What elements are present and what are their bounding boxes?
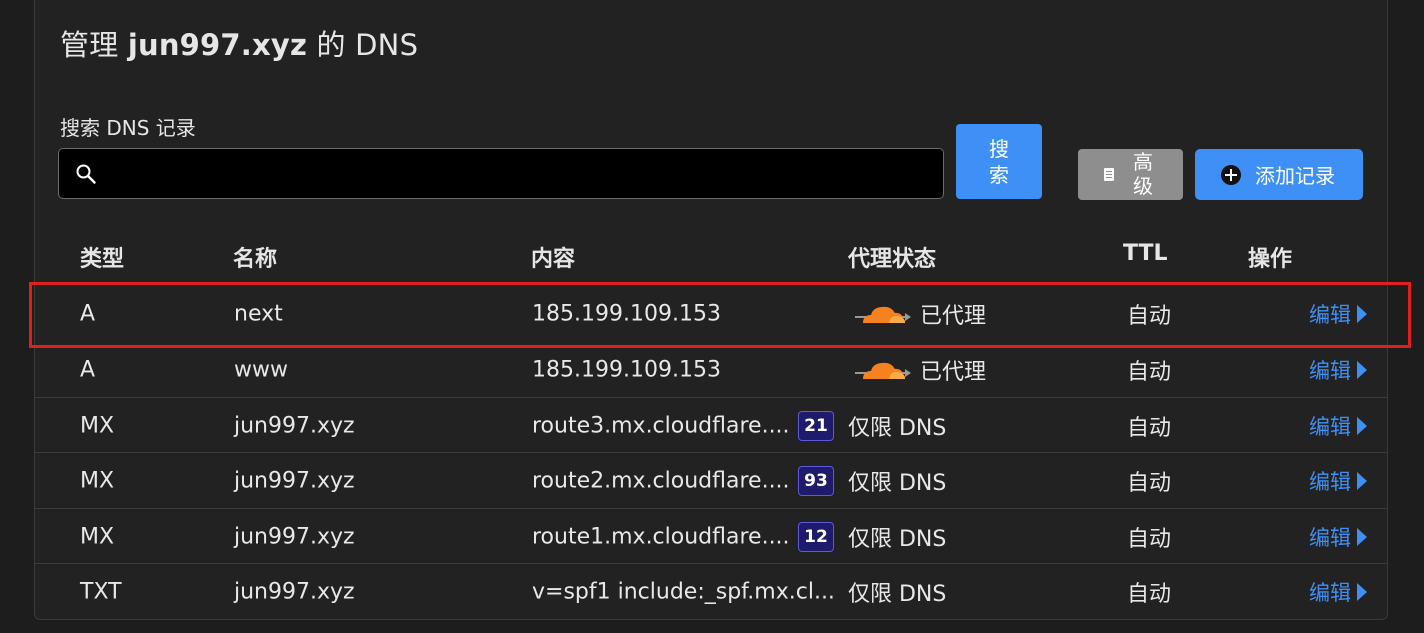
record-name: jun997.xyz — [234, 524, 355, 549]
search-label: 搜索 DNS 记录 — [60, 116, 196, 140]
record-type: A — [80, 357, 96, 382]
caret-right-icon — [1357, 360, 1367, 379]
record-name: www — [234, 357, 288, 382]
page-title: 管理 jun997.xyz 的 DNS — [60, 22, 418, 64]
column-header-type[interactable]: 类型 — [80, 241, 124, 273]
record-ttl: 自动 — [1127, 470, 1172, 496]
edit-label: 编辑 — [1309, 358, 1351, 383]
record-name: jun997.xyz — [234, 579, 355, 604]
cloudflare-cloud-icon — [855, 362, 911, 379]
record-type: MX — [80, 413, 115, 438]
table-row[interactable]: Anext 185.199.109.153 已代理 自动 编辑 — [35, 286, 1387, 341]
search-input[interactable] — [107, 149, 941, 200]
table-row[interactable]: TXT jun997.xyz v=spf1 include:_spf.mx.cl..… — [35, 563, 1387, 619]
title-suffix: 的 DNS — [307, 28, 419, 62]
record-ttl: 自动 — [1127, 581, 1172, 607]
title-prefix: 管理 — [60, 28, 128, 62]
caret-right-icon — [1357, 304, 1367, 323]
record-name: next — [234, 301, 283, 326]
priority-badge: 93 — [798, 465, 834, 496]
caret-right-icon — [1357, 582, 1367, 601]
record-type: MX — [80, 468, 115, 493]
table-row[interactable]: MX jun997.xyz route1.mx.cloudflare.... 12 仅限… — [35, 508, 1387, 564]
edit-label: 编辑 — [1309, 469, 1351, 494]
search-button-label: 搜索 — [989, 136, 1009, 187]
caret-right-icon — [1357, 416, 1367, 435]
proxy-status: 仅限 DNS — [848, 415, 947, 441]
edit-label: 编辑 — [1309, 525, 1351, 550]
record-name: jun997.xyz — [234, 468, 355, 493]
table-row[interactable]: MX jun997.xyz route3.mx.cloudflare.... 21 仅限… — [35, 397, 1387, 453]
search-icon — [76, 164, 96, 184]
advanced-button[interactable]: 高级 — [1078, 149, 1183, 200]
column-header-content[interactable]: 内容 — [531, 241, 575, 273]
record-type: A — [80, 301, 96, 326]
column-header-name[interactable]: 名称 — [233, 241, 277, 273]
search-field[interactable] — [58, 148, 944, 200]
priority-badge: 12 — [798, 521, 834, 552]
proxy-status: 已代理 — [920, 359, 987, 385]
record-content: route2.mx.cloudflare.... — [532, 468, 790, 493]
proxy-status: 仅限 DNS — [848, 526, 947, 552]
column-header-proxy-status[interactable]: 代理状态 — [848, 241, 936, 273]
table-row[interactable]: MX jun997.xyz route2.mx.cloudflare.... 93 仅限… — [35, 452, 1387, 508]
record-content: v=spf1 include:_spf.mx.cl... — [532, 579, 835, 604]
record-name: jun997.xyz — [234, 413, 355, 438]
document-icon — [1104, 168, 1114, 181]
edit-link[interactable]: 编辑 — [1309, 522, 1367, 552]
title-domain: jun997.xyz — [127, 28, 308, 62]
priority-badge: 21 — [798, 410, 834, 441]
record-ttl: 自动 — [1127, 526, 1172, 552]
record-content: 185.199.109.153 — [532, 301, 721, 326]
add-record-label: 添加记录 — [1255, 164, 1335, 188]
proxy-status: 仅限 DNS — [848, 470, 947, 496]
add-record-button[interactable]: 添加记录 — [1195, 149, 1363, 200]
edit-label: 编辑 — [1309, 414, 1351, 439]
search-button[interactable]: 搜索 — [956, 124, 1042, 199]
cloudflare-cloud-icon — [855, 306, 911, 323]
proxy-status: 已代理 — [920, 303, 987, 329]
proxy-status: 仅限 DNS — [848, 581, 947, 607]
record-ttl: 自动 — [1127, 415, 1172, 441]
edit-label: 编辑 — [1309, 302, 1351, 327]
edit-link[interactable]: 编辑 — [1309, 577, 1367, 607]
record-type: MX — [80, 524, 115, 549]
edit-label: 编辑 — [1309, 580, 1351, 605]
edit-link[interactable]: 编辑 — [1309, 299, 1367, 329]
edit-link[interactable]: 编辑 — [1309, 466, 1367, 496]
record-ttl: 自动 — [1127, 359, 1172, 385]
record-ttl: 自动 — [1127, 303, 1172, 329]
record-type: TXT — [80, 579, 122, 604]
caret-right-icon — [1357, 527, 1367, 546]
column-header-actions: 操作 — [1248, 247, 1293, 272]
record-content: route3.mx.cloudflare.... — [532, 413, 790, 438]
caret-right-icon — [1357, 471, 1367, 490]
record-content: 185.199.109.153 — [532, 357, 721, 382]
advanced-button-label: 高级 — [1133, 150, 1153, 198]
edit-link[interactable]: 编辑 — [1309, 411, 1367, 441]
plus-circle-icon — [1221, 164, 1241, 185]
edit-link[interactable]: 编辑 — [1309, 355, 1367, 385]
record-content: route1.mx.cloudflare.... — [532, 524, 790, 549]
column-header-ttl[interactable]: TTL — [1123, 241, 1168, 266]
table-row[interactable]: Awww 185.199.109.153 已代理 自动 编辑 — [35, 342, 1387, 397]
